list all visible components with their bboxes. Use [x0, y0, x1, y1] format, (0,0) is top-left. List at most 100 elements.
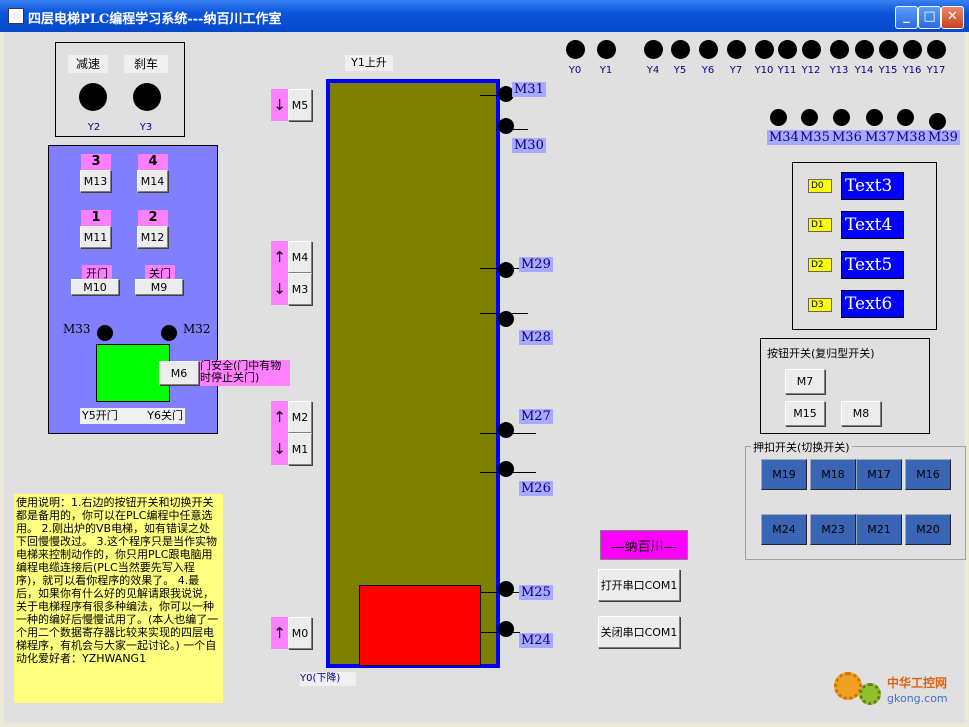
- y12-label: Y12: [801, 65, 821, 76]
- elevator-car: [359, 585, 481, 666]
- floor-2-number: 2: [138, 210, 168, 226]
- close-button[interactable]: ✕: [941, 6, 964, 29]
- m39-lamp: [929, 113, 946, 130]
- m38-label: M38: [894, 130, 928, 145]
- m29-sensor: [498, 262, 514, 278]
- data-register-panel: D0 Text3 D1 Text4 D2 Text5 D3 Text6: [792, 162, 937, 330]
- m21-toggle[interactable]: M21: [856, 514, 902, 545]
- m23-toggle[interactable]: M23: [810, 514, 856, 545]
- floor-1-number: 1: [81, 210, 111, 226]
- m35-label: M35: [798, 130, 832, 145]
- watermark-text: 中华工控网: [887, 676, 948, 690]
- m36-lamp: [833, 109, 850, 126]
- m15-button[interactable]: M15: [785, 401, 825, 426]
- m36-label: M36: [830, 130, 864, 145]
- y11-lamp: [778, 40, 797, 59]
- y0-label: Y0: [568, 65, 582, 76]
- m1-button[interactable]: M1: [288, 433, 312, 465]
- y14-lamp: [855, 40, 874, 59]
- momentary-switch-frame: 按钮开关(复归型开关) M7 M15 M8: [760, 338, 930, 434]
- m24-toggle[interactable]: M24: [761, 514, 807, 545]
- m9-button[interactable]: M9: [135, 279, 183, 295]
- y13-lamp: [830, 40, 849, 59]
- down-arrow-icon: ↓: [271, 433, 288, 465]
- y7-label: Y7: [729, 65, 743, 76]
- title-bar: 四层电梯PLC编程学习系统---纳百川工作室 _ □ ✕: [0, 0, 969, 32]
- m7-button[interactable]: M7: [785, 369, 825, 394]
- y2-label: Y2: [87, 122, 101, 133]
- down-arrow-icon: ↓: [271, 89, 288, 121]
- text6-box[interactable]: Text6: [841, 290, 904, 318]
- d1-label: D1: [808, 218, 832, 232]
- close-serial-button[interactable]: 关闭串口COM1: [598, 616, 680, 648]
- text3-box[interactable]: Text3: [841, 172, 904, 200]
- y13-label: Y13: [829, 65, 849, 76]
- m3-button[interactable]: M3: [288, 273, 312, 305]
- y4-lamp: [644, 40, 663, 59]
- window-title: 四层电梯PLC编程学习系统---纳百川工作室: [28, 12, 282, 27]
- m0-button[interactable]: M0: [288, 617, 312, 649]
- y17-lamp: [927, 40, 946, 59]
- m5-button[interactable]: M5: [288, 89, 312, 121]
- y3-lamp: [133, 83, 161, 111]
- m26-sensor: [498, 461, 514, 477]
- brake-label: 刹车: [124, 55, 168, 73]
- y7-lamp: [727, 40, 746, 59]
- m20-toggle[interactable]: M20: [905, 514, 951, 545]
- d0-label: D0: [808, 179, 832, 193]
- m25-label: M25: [519, 585, 553, 600]
- m28-sensor: [498, 311, 514, 327]
- up-arrow-icon: ↑: [271, 617, 288, 649]
- y10-lamp: [755, 40, 774, 59]
- m12-button[interactable]: M12: [137, 226, 168, 248]
- y17-label: Y17: [926, 65, 946, 76]
- m17-toggle[interactable]: M17: [856, 459, 902, 490]
- y16-lamp: [903, 40, 922, 59]
- down-output-label: Y0(下降): [300, 672, 356, 686]
- y0-lamp: [566, 40, 585, 59]
- watermark-url: gkong.com: [887, 692, 948, 705]
- m16-toggle[interactable]: M16: [905, 459, 951, 490]
- gear-logo-icon: [834, 672, 862, 700]
- y4-label: Y4: [646, 65, 660, 76]
- elevator-shaft: [326, 79, 500, 668]
- brand-label: —纳百川—: [600, 530, 688, 560]
- up-arrow-icon: ↑: [271, 241, 288, 273]
- floor-3-number: 3: [81, 154, 111, 170]
- m24-label: M24: [519, 633, 553, 648]
- m6-button[interactable]: M6: [159, 361, 199, 385]
- y5-lamp: [671, 40, 690, 59]
- y15-lamp: [879, 40, 898, 59]
- m29-label: M29: [519, 257, 553, 272]
- m10-button[interactable]: M10: [71, 279, 119, 295]
- m2-button[interactable]: M2: [288, 401, 312, 433]
- up-arrow-icon: ↑: [271, 401, 288, 433]
- m4-button[interactable]: M4: [288, 241, 312, 273]
- m37-lamp: [866, 109, 883, 126]
- m19-toggle[interactable]: M19: [761, 459, 807, 490]
- toggle-switch-title: 押扣开关(切换开关): [751, 439, 852, 455]
- door-output-labels: Y5开门 Y6关门: [80, 408, 185, 424]
- y5-label: Y5: [673, 65, 687, 76]
- text4-box[interactable]: Text4: [841, 211, 904, 239]
- m28-label: M28: [519, 330, 553, 345]
- y6-label: Y6: [701, 65, 715, 76]
- decel-label: 减速: [68, 55, 108, 73]
- maximize-button[interactable]: □: [918, 6, 941, 29]
- floor-4-number: 4: [138, 154, 168, 170]
- m8-button[interactable]: M8: [841, 401, 881, 426]
- y6-lamp: [699, 40, 718, 59]
- m37-label: M37: [863, 130, 897, 145]
- momentary-switch-title: 按钮开关(复归型开关): [767, 345, 875, 361]
- y1-label: Y1: [599, 65, 613, 76]
- text5-box[interactable]: Text5: [841, 251, 904, 279]
- m27-sensor: [498, 422, 514, 438]
- m13-button[interactable]: M13: [80, 170, 111, 192]
- m18-toggle[interactable]: M18: [810, 459, 856, 490]
- open-serial-button[interactable]: 打开串口COM1: [598, 569, 680, 601]
- m14-button[interactable]: M14: [137, 170, 168, 192]
- m30-label: M30: [512, 138, 546, 153]
- minimize-button[interactable]: _: [895, 6, 918, 29]
- m11-button[interactable]: M11: [80, 226, 111, 248]
- m34-lamp: [770, 109, 787, 126]
